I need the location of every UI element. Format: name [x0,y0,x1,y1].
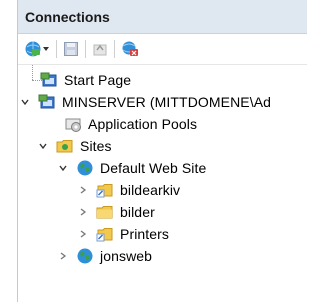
connect-icon[interactable] [24,39,42,59]
virtual-directory-icon [96,181,114,199]
server-icon [38,93,56,111]
disconnect-icon[interactable] [121,39,139,59]
tree-item-default-web-site[interactable]: Default Web Site [56,157,206,179]
tree-item-application-pools[interactable]: Application Pools [64,113,197,135]
chevron-right-icon[interactable] [56,249,70,263]
panel-header: Connections [18,0,307,34]
tree-item-label: jonsweb [100,248,153,264]
globe-icon [76,247,94,265]
tree-item-bilder[interactable]: bilder [76,201,155,223]
tree-item-server[interactable]: MINSERVER (MITTDOMENE\Ad [18,91,271,113]
tree-item-start-page[interactable]: Start Page [40,69,131,91]
tree-item-label: Sites [80,138,112,154]
tree-item-printers[interactable]: Printers [76,223,169,245]
save-icon[interactable] [63,39,79,59]
globe-icon [76,159,94,177]
chevron-down-icon[interactable] [36,139,50,153]
dropdown-arrow-icon[interactable] [42,39,50,59]
chevron-down-icon[interactable] [18,95,32,109]
tree-item-label: Start Page [64,72,132,88]
tree-item-label: Printers [120,226,170,242]
tree-line [32,65,33,80]
tree-item-jonsweb[interactable]: jonsweb [56,245,152,267]
panel-title: Connections [25,8,110,25]
virtual-directory-icon [96,225,114,243]
tree-item-sites[interactable]: Sites [36,135,112,157]
tree-item-label: MINSERVER (MITTDOMENE\Ad [62,94,272,110]
tree-item-label: Default Web Site [100,160,207,176]
start-page-icon [40,71,58,89]
connections-toolbar [18,34,307,65]
toolbar-divider [56,40,57,58]
tree-item-bildearkiv[interactable]: bildearkiv [76,179,180,201]
chevron-down-icon[interactable] [56,161,70,175]
tree-item-label: Application Pools [88,116,198,132]
connections-panel: Connections Start Page MINSERVER (MITTDO… [17,0,307,302]
tree-item-label: bilder [120,204,155,220]
toolbar-divider [114,40,115,58]
chevron-right-icon[interactable] [76,205,90,219]
toolbar-divider [85,40,86,58]
up-icon[interactable] [92,39,108,59]
application-pools-icon [64,115,82,133]
sites-folder-icon [56,137,74,155]
folder-icon [96,203,114,221]
chevron-right-icon[interactable] [76,227,90,241]
chevron-right-icon[interactable] [76,183,90,197]
tree-item-label: bildearkiv [120,182,181,198]
